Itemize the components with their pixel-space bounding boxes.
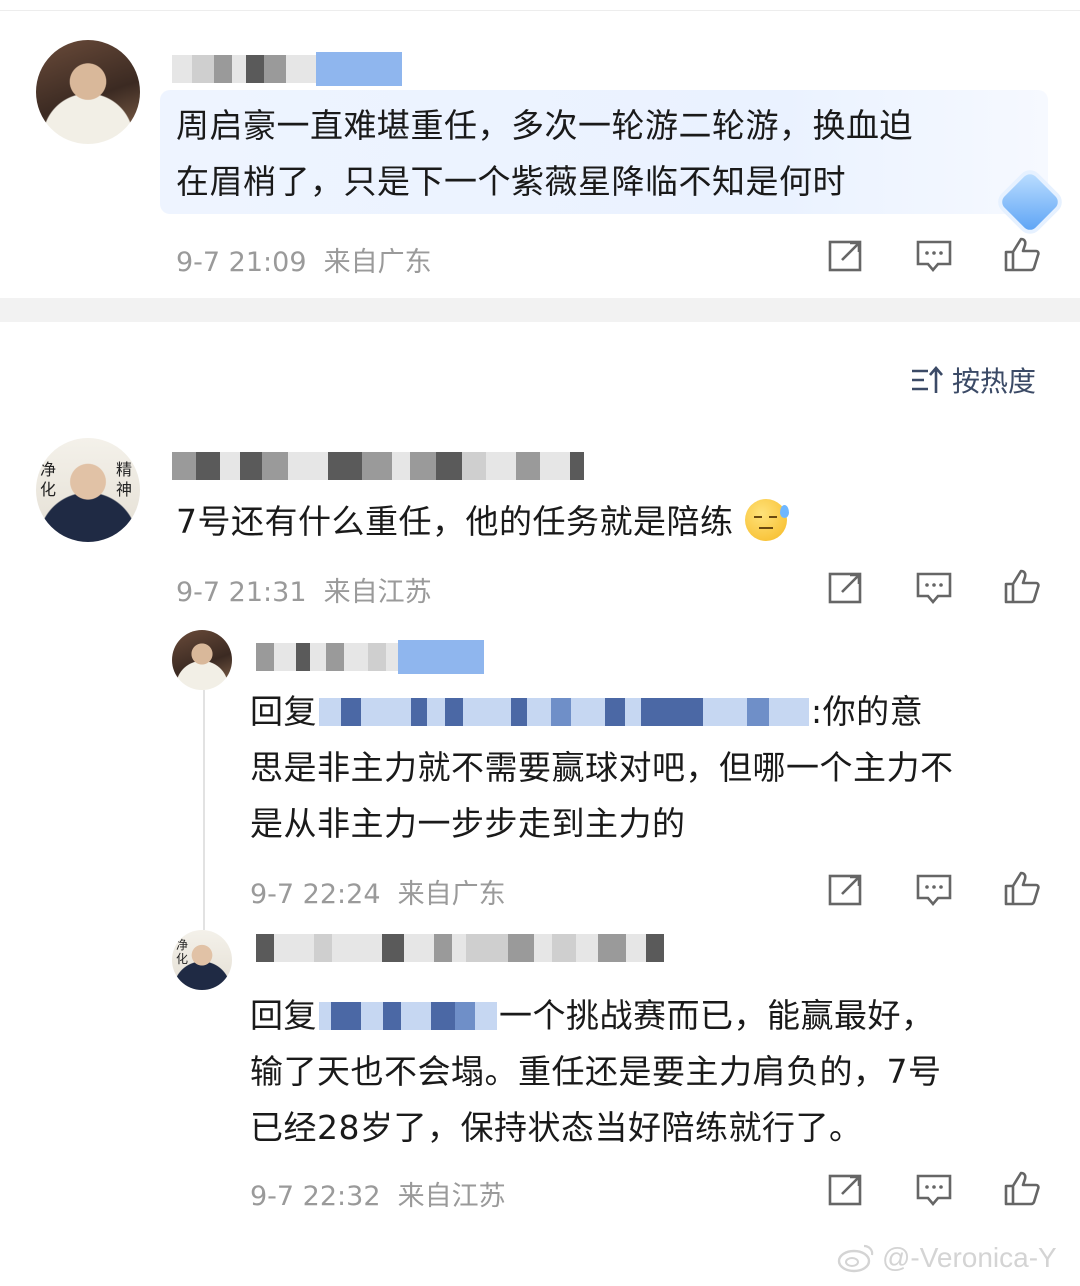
comment-meta: 9-7 21:31 来自江苏: [176, 570, 432, 609]
comment-icon[interactable]: [914, 1172, 954, 1208]
reply-time: 9-7 22:32: [250, 1181, 381, 1212]
avatar-label: 净化: [40, 460, 57, 499]
like-icon[interactable]: [1002, 568, 1042, 604]
comment-location: 来自江苏: [323, 577, 432, 608]
comment-time: 9-7 21:09: [176, 247, 307, 278]
avatar[interactable]: 净化: [172, 930, 232, 990]
mention-blurred[interactable]: [319, 698, 809, 726]
sort-button[interactable]: 按热度: [910, 360, 1036, 400]
watermark: @-Veronica-Y: [836, 1242, 1057, 1274]
reply-location: 来自广东: [397, 879, 506, 910]
like-icon[interactable]: [1002, 1170, 1042, 1206]
section-divider: [0, 298, 1080, 322]
avatar-label: 净化: [176, 938, 189, 966]
watermark-text: @-Veronica-Y: [882, 1242, 1057, 1273]
like-icon[interactable]: [1002, 236, 1042, 272]
like-icon[interactable]: [1002, 870, 1042, 906]
reply-location: 来自江苏: [397, 1181, 506, 1212]
comment-text: 7号还有什么重任，他的任务就是陪练: [176, 494, 789, 550]
reply-text: 回复 一个挑战赛而已，能赢最好， 输了天也不会塌。重任还是要主力肩负的，7号 已…: [250, 988, 1050, 1156]
username-blurred[interactable]: [172, 452, 584, 480]
comment-icon[interactable]: [914, 238, 954, 274]
top-divider: [0, 10, 1080, 11]
reply-text: 回复 :你的意 思是非主力就不需要赢球对吧，但哪一个主力不 是从非主力一步步走到…: [250, 684, 1050, 852]
reply-meta: 9-7 22:32 来自江苏: [250, 1174, 506, 1213]
username-blurred[interactable]: [172, 52, 402, 86]
comment-time: 9-7 21:31: [176, 577, 307, 608]
comment-icon[interactable]: [914, 872, 954, 908]
share-icon[interactable]: [826, 570, 866, 606]
avatar[interactable]: 净化 精神: [36, 438, 140, 542]
share-icon[interactable]: [826, 238, 866, 274]
username-blurred[interactable]: [256, 934, 664, 962]
mention-blurred[interactable]: [319, 1002, 497, 1030]
reply-prefix: 回复: [250, 692, 317, 731]
avatar[interactable]: [172, 630, 232, 690]
username-blurred[interactable]: [256, 640, 484, 674]
weibo-icon: [837, 1244, 874, 1273]
avatar[interactable]: [36, 40, 140, 144]
comment-meta: 9-7 21:09 来自广东: [176, 240, 432, 279]
sort-icon: [912, 366, 943, 393]
reply-meta: 9-7 22:24 来自广东: [250, 872, 506, 911]
share-icon[interactable]: [826, 1172, 866, 1208]
comment-icon[interactable]: [914, 570, 954, 606]
sweat-face-emoji: [744, 499, 789, 541]
comment-text: 周启豪一直难堪重任，多次一轮游二轮游，换血迫 在眉梢了，只是下一个紫薇星降临不知…: [176, 106, 913, 201]
badge-icon: [998, 170, 1062, 234]
avatar-label: 精神: [116, 460, 133, 499]
thread-connector: [203, 690, 205, 930]
share-icon[interactable]: [826, 872, 866, 908]
reply-prefix: 回复: [250, 996, 317, 1035]
reply-time: 9-7 22:24: [250, 879, 381, 910]
comment-location: 来自广东: [323, 247, 432, 278]
sort-label: 按热度: [952, 365, 1037, 398]
